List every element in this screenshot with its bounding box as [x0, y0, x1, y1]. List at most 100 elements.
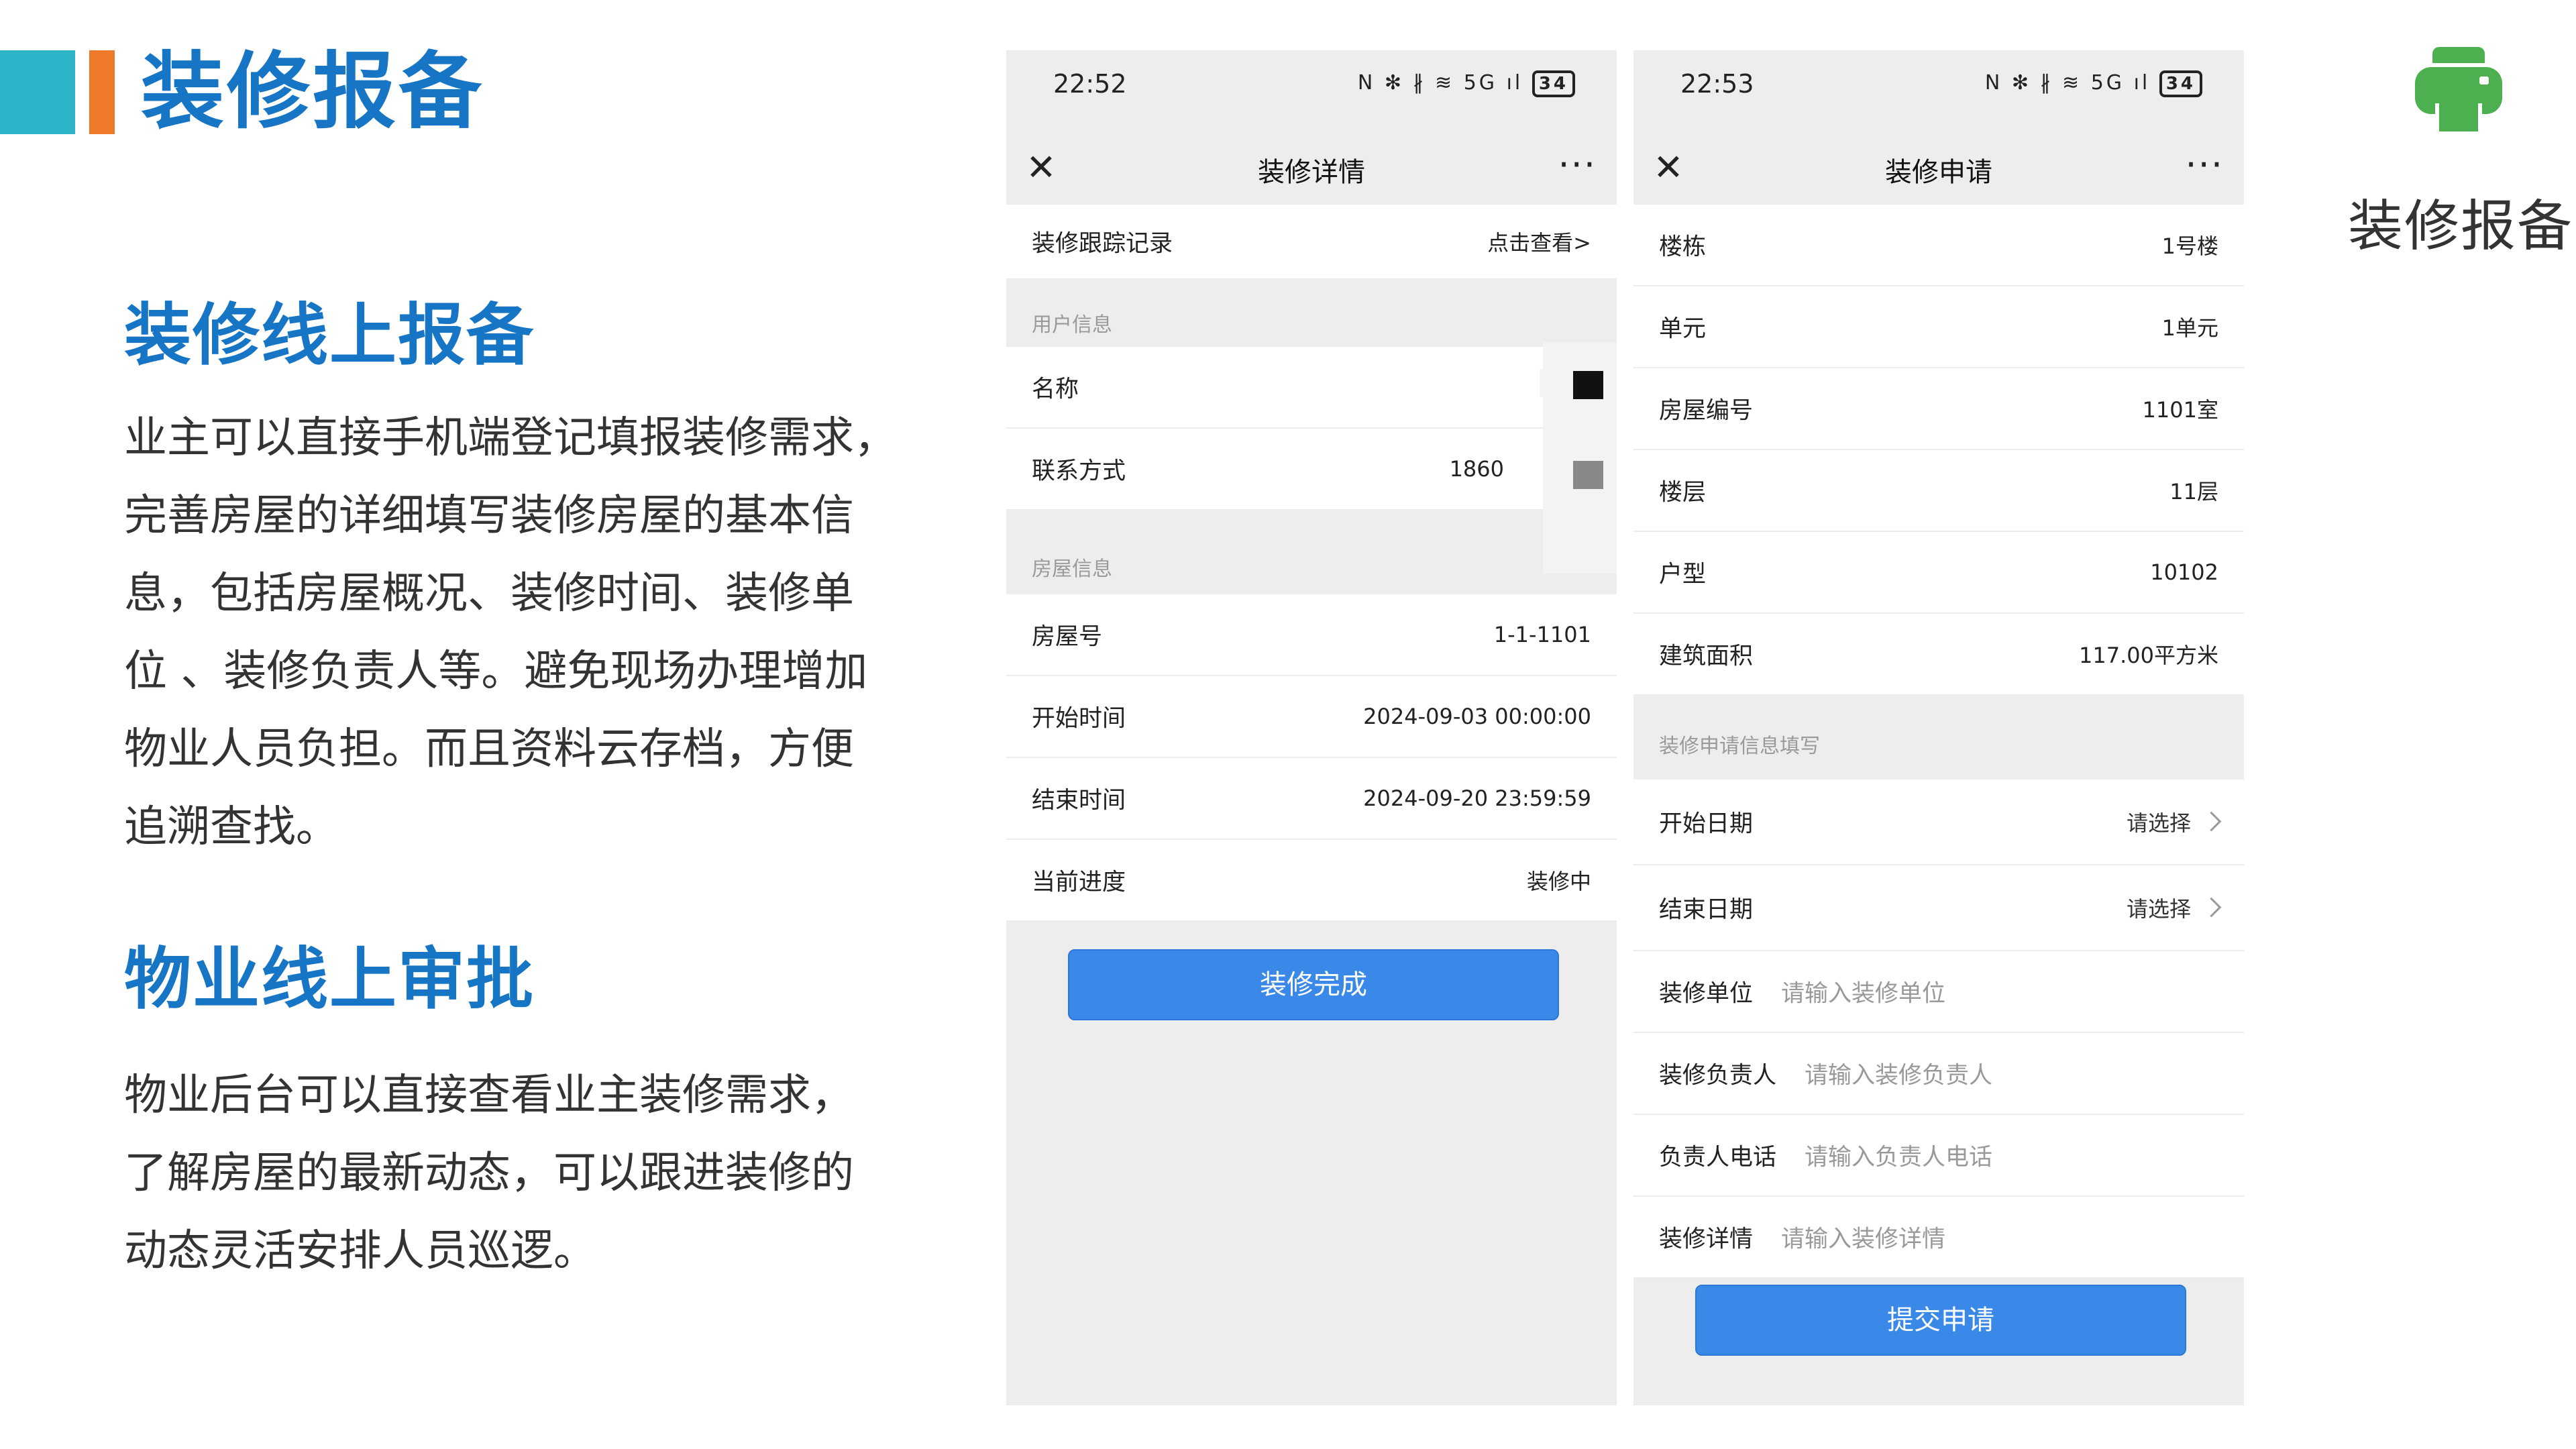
row-label: 联系方式: [1032, 458, 1126, 485]
text-line: 息，包括房屋概况、装修时间、装修单: [124, 569, 854, 619]
row-label: 楼栋: [1659, 233, 1707, 261]
status-icons: N ✻ ∦ ≋ 5G ıl 34: [1985, 70, 2202, 97]
progress-row: 当前进度 装修中: [1006, 840, 1617, 922]
nav-title: 装修申请: [1885, 157, 1992, 188]
select-value: 请选择: [2126, 892, 2222, 923]
house-number-row: 房屋号 1-1-1101: [1006, 594, 1617, 676]
contact-row: 联系方式 1860: [1006, 429, 1617, 511]
text-line: 业主可以直接手机端登记填报装修需求，: [124, 413, 897, 463]
track-record-row[interactable]: 装修跟踪记录 点击查看>: [1006, 205, 1617, 280]
row-value: 2024-09-20 23:59:59: [1363, 786, 1591, 811]
view-link[interactable]: 点击查看>: [1487, 226, 1591, 257]
group-header-apply-info: 装修申请信息填写: [1633, 696, 2244, 780]
start-date-picker[interactable]: 开始日期 请选择: [1633, 780, 2244, 865]
row-label: 结束日期: [1659, 896, 1754, 924]
row-label: 名称: [1032, 376, 1079, 403]
row-label: 装修负责人: [1659, 1062, 1777, 1089]
status-bar: 22:52 N ✻ ∦ ≋ 5G ıl 34: [1006, 50, 1617, 134]
printer-top: [2432, 47, 2485, 63]
text-line: 位 、装修负责人等。避免现场办理增加: [124, 647, 868, 696]
contact-value: 1860: [1449, 456, 1504, 482]
area-row: 建筑面积 117.00平方米: [1633, 614, 2244, 696]
row-value: 2024-09-03 00:00:00: [1363, 704, 1591, 729]
text-line: 了解房屋的最新动态，可以跟进装修的: [124, 1148, 854, 1198]
row-label: 负责人电话: [1659, 1144, 1777, 1171]
text-line: 物业后台可以直接查看业主装修需求，: [124, 1071, 854, 1120]
row-label: 楼层: [1659, 479, 1707, 506]
row-label: 房屋编号: [1659, 397, 1754, 425]
printer-light: [2479, 76, 2489, 85]
layout-type-row: 户型 10102: [1633, 532, 2244, 614]
chevron-right-icon: [2201, 811, 2222, 832]
manager-phone-input[interactable]: 请输入负责人电话: [1805, 1138, 1992, 1173]
phone-screenshot-renovation-application: 22:53 N ✻ ∦ ≋ 5G ıl 34 ✕ 装修申请 ··· 楼栋 1号楼…: [1633, 50, 2244, 1405]
status-icons: N ✻ ∦ ≋ 5G ıl 34: [1358, 70, 1575, 97]
section-title-online-approval: 物业线上审批: [124, 940, 535, 1018]
status-time: 22:52: [1053, 69, 1127, 99]
group-label: 装修申请信息填写: [1659, 735, 1820, 758]
text-line: 追溯查找。: [124, 802, 339, 852]
row-label: 房屋号: [1032, 623, 1103, 651]
phone-screenshot-renovation-detail: 22:52 N ✻ ∦ ≋ 5G ıl 34 ✕ 装修详情 ··· 装修跟踪记录…: [1006, 50, 1617, 1405]
complete-button[interactable]: 装修完成: [1068, 949, 1559, 1020]
row-value: 1号楼: [2161, 233, 2218, 259]
group-label: 房屋信息: [1032, 557, 1112, 581]
row-value: 117.00平方米: [2079, 643, 2218, 668]
end-date-picker[interactable]: 结束日期 请选择: [1633, 865, 2244, 951]
more-icon[interactable]: ···: [2186, 145, 2224, 185]
page-title: 装修报备: [141, 44, 485, 140]
row-label: 开始时间: [1032, 705, 1126, 733]
row-value: 10102: [2150, 559, 2218, 585]
select-placeholder: 请选择: [2126, 896, 2191, 922]
text-line: 物业人员负担。而且资料云存档，方便: [124, 724, 854, 774]
name-row: 名称: [1006, 347, 1617, 429]
manager-phone-field[interactable]: 负责人电话 请输入负责人电话: [1633, 1115, 2244, 1197]
text-line: 动态灵活安排人员巡逻。: [124, 1226, 596, 1276]
group-label: 用户信息: [1032, 313, 1112, 337]
battery-icon: 34: [2159, 70, 2202, 97]
row-label: 开始日期: [1659, 810, 1754, 838]
more-icon[interactable]: ···: [1558, 145, 1597, 185]
floor-row: 楼层 11层: [1633, 450, 2244, 532]
nav-bar: ✕ 装修申请 ···: [1633, 134, 2244, 205]
group-header-house-info: 房屋信息: [1006, 511, 1617, 594]
status-badge: 装修中: [1526, 869, 1591, 894]
battery-icon: 34: [1532, 70, 1575, 97]
row-value: 1-1-1101: [1493, 622, 1591, 647]
text-line: 完善房屋的详细填写装修房屋的基本信: [124, 491, 854, 541]
select-placeholder: 请选择: [2126, 810, 2191, 836]
select-value: 请选择: [2126, 806, 2222, 837]
detail-input[interactable]: 请输入装修详情: [1781, 1220, 1945, 1254]
contractor-input[interactable]: 请输入装修单位: [1781, 975, 1945, 1009]
manager-input[interactable]: 请输入装修负责人: [1805, 1057, 1992, 1091]
row-label: 单元: [1659, 315, 1707, 343]
status-bar: 22:53 N ✻ ∦ ≋ 5G ıl 34: [1633, 50, 2244, 134]
nav-title: 装修详情: [1258, 157, 1365, 188]
printer-paper: [2435, 103, 2482, 136]
row-label: 装修跟踪记录: [1032, 230, 1173, 258]
section-text-online-filing: 业主可以直接手机端登记填报装修需求， 完善房屋的详细填写装修房屋的基本信 息，包…: [124, 399, 956, 866]
submit-button[interactable]: 提交申请: [1695, 1285, 2186, 1356]
end-time-row: 结束时间 2024-09-20 23:59:59: [1006, 758, 1617, 840]
signal-icons: N ✻ ∦ ≋ 5G ıl: [1357, 71, 1523, 95]
row-label: 当前进度: [1032, 869, 1126, 896]
row-label: 装修单位: [1659, 980, 1754, 1008]
row-label: 建筑面积: [1659, 643, 1754, 670]
status-time: 22:53: [1680, 69, 1754, 99]
house-number-row: 房屋编号 1101室: [1633, 368, 2244, 450]
manager-field[interactable]: 装修负责人 请输入装修负责人: [1633, 1033, 2244, 1115]
detail-field[interactable]: 装修详情 请输入装修详情: [1633, 1197, 2244, 1279]
row-label: 结束时间: [1032, 787, 1126, 814]
row-label: 装修详情: [1659, 1226, 1754, 1253]
chevron-right-icon: [2201, 897, 2222, 918]
row-label: 户型: [1659, 561, 1707, 588]
privacy-mask: [1573, 371, 1603, 399]
unit-row: 单元 1单元: [1633, 286, 2244, 368]
start-time-row: 开始时间 2024-09-03 00:00:00: [1006, 676, 1617, 758]
row-value: 1单元: [2161, 315, 2218, 341]
nav-bar: ✕ 装修详情 ···: [1006, 134, 1617, 205]
section-title-online-filing: 装修线上报备: [124, 296, 535, 374]
contractor-field[interactable]: 装修单位 请输入装修单位: [1633, 951, 2244, 1033]
printer-icon: [2415, 47, 2502, 138]
row-value: 11层: [2169, 479, 2218, 504]
